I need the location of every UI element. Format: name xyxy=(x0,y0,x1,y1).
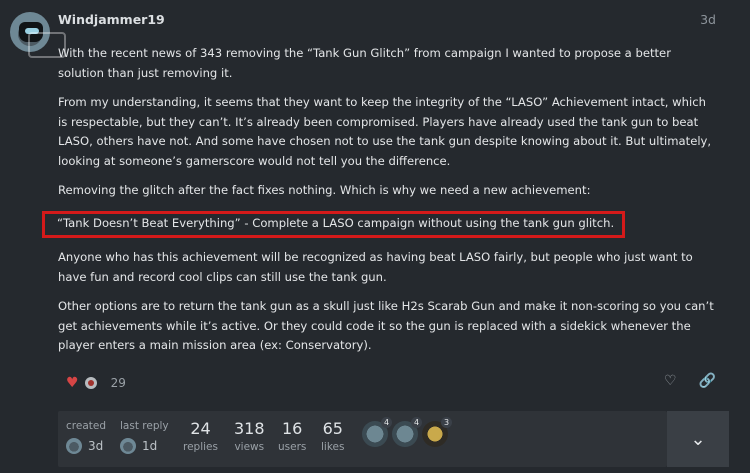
last-reply-value: 1d xyxy=(142,439,158,453)
paragraph: From my understanding, it seems that the… xyxy=(58,95,712,168)
paragraph: Removing the glitch after the fact fixes… xyxy=(58,183,591,197)
stat-number: 318 xyxy=(234,419,265,438)
highlighted-paragraph: “Tank Doesn’t Beat Everything” - Complet… xyxy=(42,210,718,238)
participant-avatar[interactable]: 3 xyxy=(422,417,452,447)
paragraph: Anyone who has this achievement will be … xyxy=(58,250,693,284)
post-body: With the recent news of 343 removing the… xyxy=(42,44,718,366)
stat-number: 16 xyxy=(282,419,303,438)
reaction-icon[interactable] xyxy=(84,377,97,389)
heart-outline-icon[interactable]: ♡ xyxy=(664,373,677,389)
expand-topic-button[interactable]: ⌄ xyxy=(667,411,729,467)
stat-label: likes xyxy=(321,441,345,453)
created-column[interactable]: created 3d xyxy=(66,420,106,454)
avatar xyxy=(66,438,82,454)
created-label: created xyxy=(66,420,106,432)
participant-avatar[interactable]: 4 xyxy=(392,417,422,447)
stat-number: 65 xyxy=(322,419,343,438)
highlight-box: “Tank Doesn’t Beat Everything” - Complet… xyxy=(42,210,626,238)
like-count[interactable]: 29 xyxy=(111,376,126,390)
last-reply-column[interactable]: last reply 1d xyxy=(120,420,169,454)
stat-views: 318 views xyxy=(234,419,265,453)
topic-map: created 3d last reply 1d 24 replies 318 … xyxy=(58,411,667,467)
stat-label: views xyxy=(234,441,265,453)
avatar xyxy=(120,438,136,454)
stat-label: replies xyxy=(183,441,218,453)
stat-users: 16 users xyxy=(278,419,306,453)
post-date[interactable]: 3d xyxy=(700,12,716,27)
post-count-badge: 3 xyxy=(441,417,452,428)
post-count-badge: 4 xyxy=(381,417,392,428)
post-actions: ♡ 🔗 xyxy=(664,373,716,389)
reactions: ♥ 29 xyxy=(66,375,126,391)
stat-replies: 24 replies xyxy=(183,419,218,453)
stat-label: users xyxy=(278,441,307,453)
stat-likes: 65 likes xyxy=(321,419,344,453)
participants: 4 4 3 xyxy=(362,417,452,447)
paragraph: With the recent news of 343 removing the… xyxy=(58,46,671,80)
created-value: 3d xyxy=(88,439,104,453)
forum-post: Windjammer19 3d With the recent news of … xyxy=(0,0,750,473)
last-reply-label: last reply xyxy=(120,420,169,432)
stat-number: 24 xyxy=(190,419,211,438)
participant-avatar[interactable]: 4 xyxy=(362,417,392,447)
link-icon[interactable]: 🔗 xyxy=(699,373,716,389)
chevron-down-icon: ⌄ xyxy=(690,428,706,450)
heart-icon[interactable]: ♥ xyxy=(66,375,79,391)
post-count-badge: 4 xyxy=(411,417,422,428)
paragraph: Other options are to return the tank gun… xyxy=(58,299,714,352)
username[interactable]: Windjammer19 xyxy=(58,12,165,27)
